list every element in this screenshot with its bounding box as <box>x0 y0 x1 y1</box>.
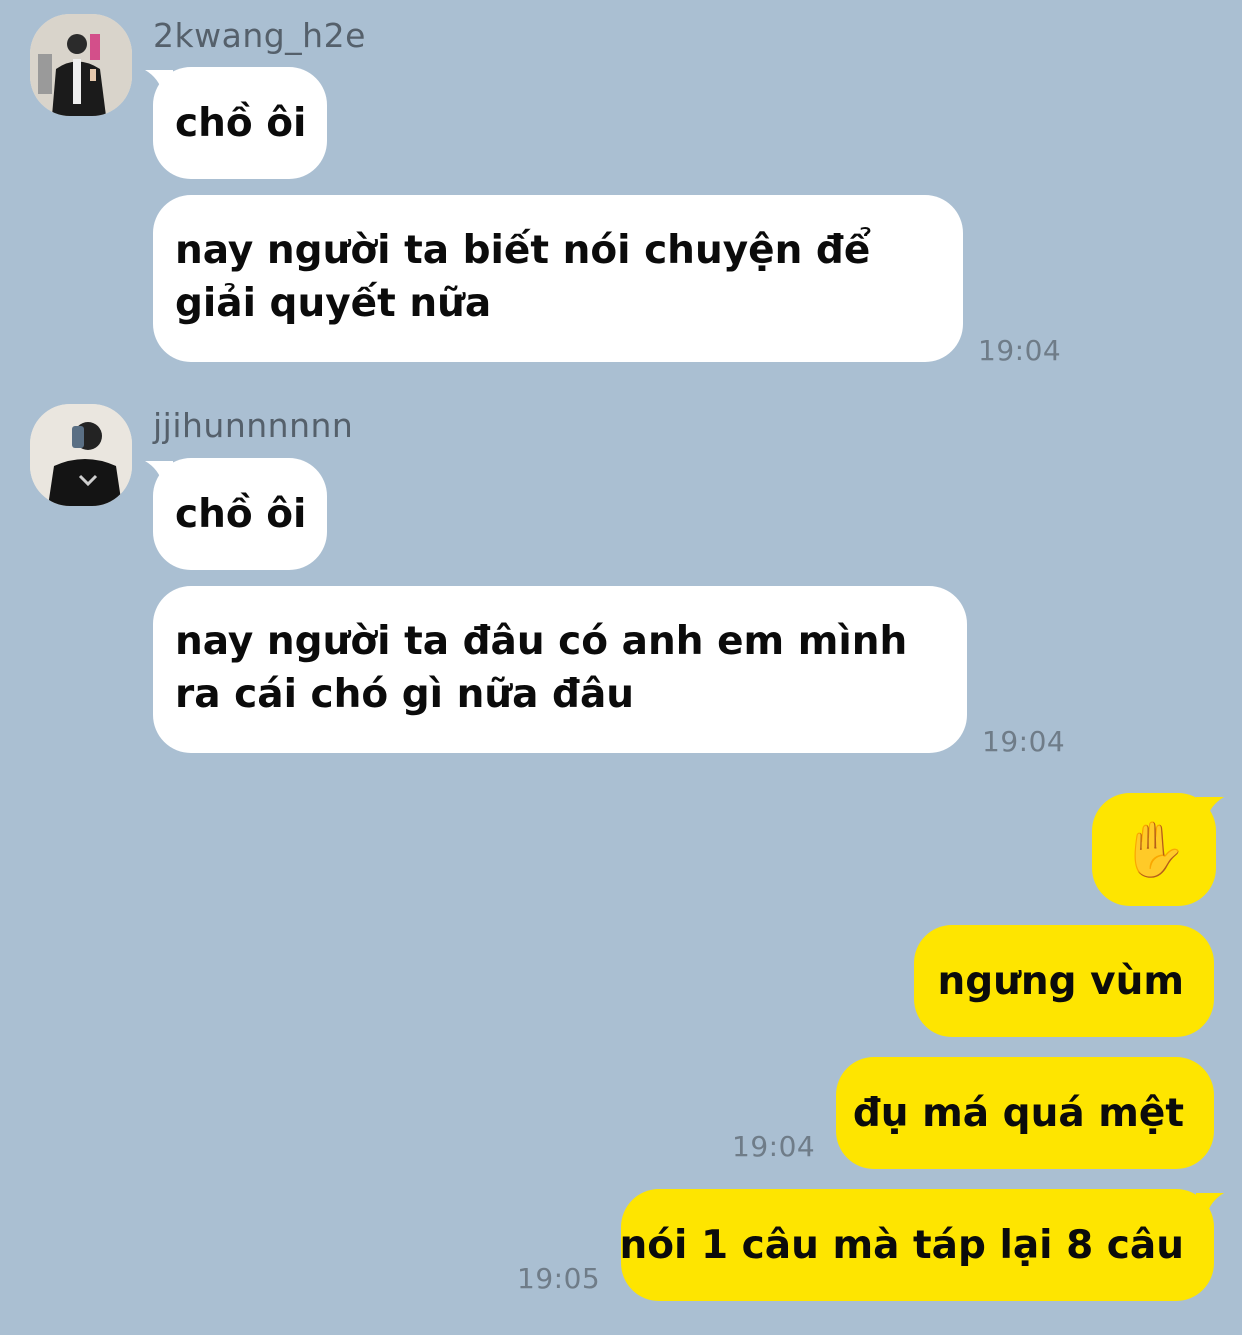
message-timestamp: 19:04 <box>978 334 1062 367</box>
message-bubble-emoji[interactable]: ✋ <box>1092 793 1216 906</box>
avatar-2kwang_h2e[interactable] <box>30 14 132 116</box>
avatar-jjihunnnnnn[interactable] <box>30 404 132 506</box>
profile-photo-icon <box>30 404 132 506</box>
message-timestamp: 19:04 <box>982 725 1066 758</box>
message-bubble[interactable]: nói 1 câu mà táp lại 8 câu <box>619 1189 1214 1301</box>
chat-thread: 2kwang_h2e chồ ôi nay người ta biết nói … <box>0 0 1242 1335</box>
message-bubble[interactable]: nay người ta đâu có anh em mình ra cái c… <box>153 586 967 753</box>
message-bubble[interactable]: chồ ôi <box>153 67 327 179</box>
message-timestamp: 19:04 <box>732 1130 816 1163</box>
raised-hand-emoji-icon: ✋ <box>1120 817 1188 881</box>
sender-name: jjihunnnnnn <box>153 406 354 445</box>
message-bubble[interactable]: nay người ta biết nói chuyện để giải quy… <box>153 195 963 362</box>
message-bubble[interactable]: ngưng vùm <box>914 925 1214 1037</box>
message-bubble[interactable]: đụ má quá mệt <box>836 1057 1214 1169</box>
message-timestamp: 19:05 <box>517 1262 601 1295</box>
message-bubble[interactable]: chồ ôi <box>153 458 327 570</box>
sender-name: 2kwang_h2e <box>153 16 366 55</box>
profile-photo-icon <box>30 14 132 116</box>
